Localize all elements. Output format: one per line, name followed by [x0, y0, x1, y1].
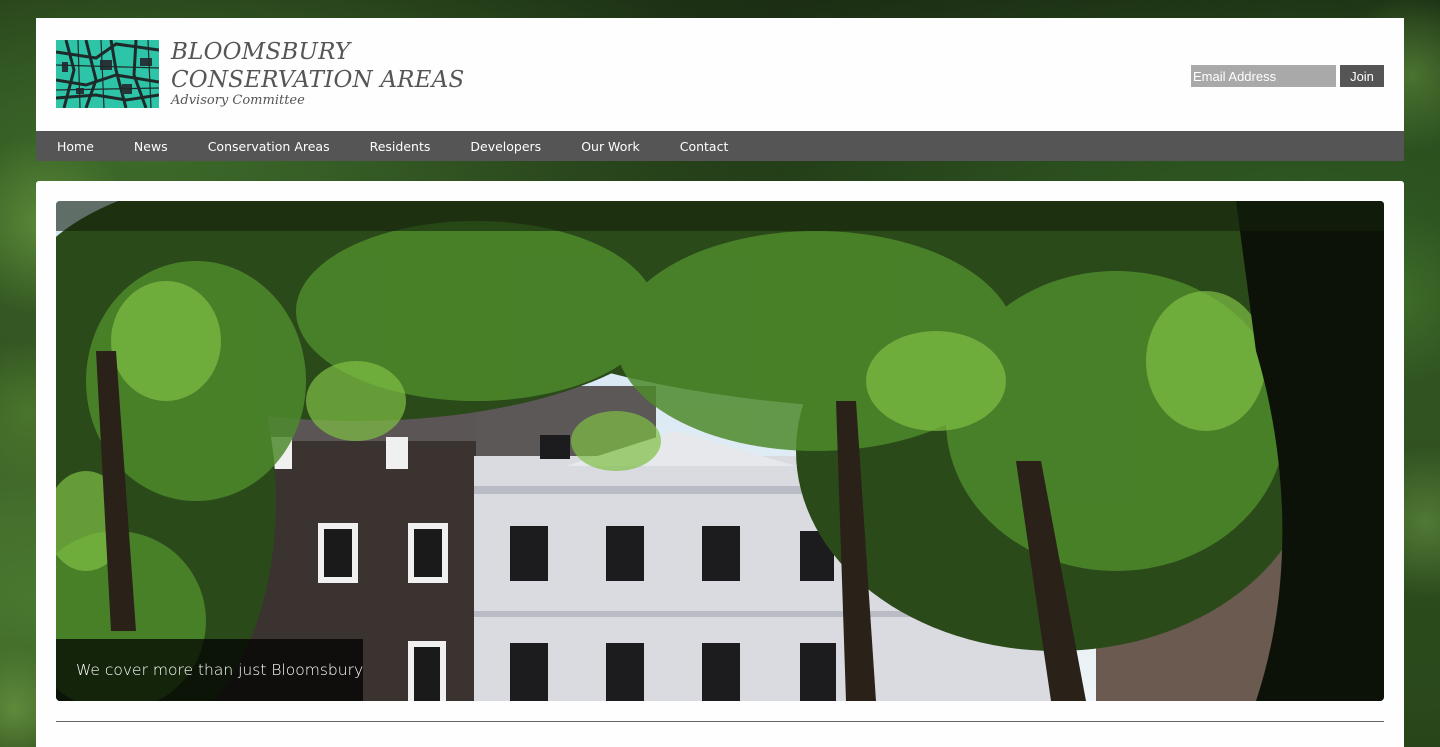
- email-input[interactable]: [1191, 65, 1336, 87]
- site-title[interactable]: BLOOMSBURY CONSERVATION AREAS: [171, 38, 464, 94]
- nav-item-home[interactable]: Home: [57, 139, 94, 154]
- nav-item-residents[interactable]: Residents: [370, 139, 431, 154]
- main-nav: Home News Conservation Areas Residents D…: [36, 131, 1404, 161]
- nav-item-developers[interactable]: Developers: [470, 139, 541, 154]
- nav-item-conservation-areas[interactable]: Conservation Areas: [208, 139, 330, 154]
- newsletter-signup: Join: [1191, 65, 1384, 87]
- nav-item-contact[interactable]: Contact: [680, 139, 729, 154]
- site-title-line2: CONSERVATION AREAS: [171, 67, 465, 93]
- hero-image: [56, 201, 1384, 701]
- nav-item-news[interactable]: News: [134, 139, 168, 154]
- map-logo-icon[interactable]: [55, 39, 160, 109]
- join-button[interactable]: Join: [1340, 65, 1384, 87]
- site-subtitle: Advisory Committee: [171, 93, 305, 108]
- hero-slideshow[interactable]: We cover more than just Bloomsbury: [56, 201, 1384, 701]
- site-header: BLOOMSBURY CONSERVATION AREAS Advisory C…: [36, 18, 1404, 131]
- nav-item-our-work[interactable]: Our Work: [581, 139, 640, 154]
- site-title-line1: BLOOMSBURY: [171, 39, 351, 65]
- hero-caption: We cover more than just Bloomsbury: [56, 639, 363, 701]
- content-divider: [56, 721, 1384, 722]
- main-content: We cover more than just Bloomsbury: [36, 181, 1404, 747]
